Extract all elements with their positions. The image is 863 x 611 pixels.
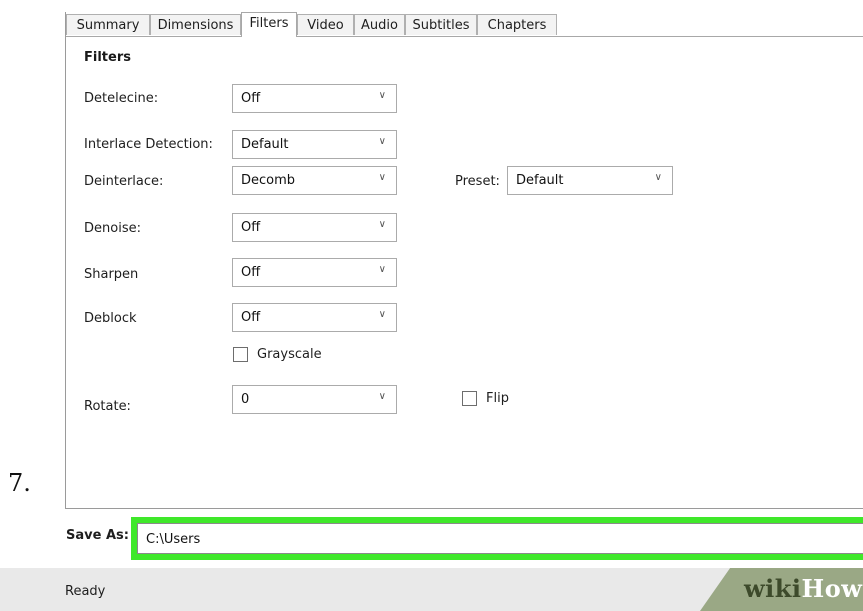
step-number: 7. bbox=[8, 469, 31, 497]
grayscale-checkbox-row: Grayscale bbox=[233, 347, 322, 362]
denoise-label: Denoise: bbox=[84, 221, 141, 236]
rotate-value: 0 bbox=[241, 392, 250, 407]
detelecine-label: Detelecine: bbox=[84, 91, 159, 106]
tab-chapters[interactable]: Chapters bbox=[477, 14, 557, 35]
interlace-detection-dropdown[interactable]: Default ∨ bbox=[232, 130, 397, 159]
chevron-down-icon: ∨ bbox=[378, 90, 386, 101]
tab-subtitles[interactable]: Subtitles bbox=[405, 14, 477, 35]
deblock-value: Off bbox=[241, 310, 261, 325]
filters-panel bbox=[65, 12, 863, 509]
interlace-detection-label: Interlace Detection: bbox=[84, 137, 213, 152]
wikihow-watermark: wikiHow bbox=[744, 574, 862, 603]
deinterlace-value: Decomb bbox=[241, 173, 296, 188]
chevron-down-icon: ∨ bbox=[378, 309, 386, 320]
denoise-dropdown[interactable]: Off ∨ bbox=[232, 213, 397, 242]
chevron-down-icon: ∨ bbox=[378, 391, 386, 402]
tab-audio[interactable]: Audio bbox=[354, 14, 405, 35]
interlace-detection-value: Default bbox=[241, 137, 289, 152]
deinterlace-dropdown[interactable]: Decomb ∨ bbox=[232, 166, 397, 195]
rotate-label: Rotate: bbox=[84, 399, 131, 414]
chevron-down-icon: ∨ bbox=[378, 172, 386, 183]
chevron-down-icon: ∨ bbox=[378, 136, 386, 147]
rotate-dropdown[interactable]: 0 ∨ bbox=[232, 385, 397, 414]
handbrake-window: 7. Summary Dimensions Filters Video Audi… bbox=[0, 0, 863, 611]
detelecine-value: Off bbox=[241, 91, 261, 106]
sharpen-label: Sharpen bbox=[84, 267, 139, 282]
flip-checkbox[interactable] bbox=[462, 391, 477, 406]
tab-video[interactable]: Video bbox=[297, 14, 354, 35]
grayscale-label: Grayscale bbox=[257, 347, 322, 362]
deblock-label: Deblock bbox=[84, 311, 137, 326]
preset-dropdown[interactable]: Default ∨ bbox=[507, 166, 673, 195]
preset-label: Preset: bbox=[455, 174, 500, 189]
flip-label: Flip bbox=[486, 391, 509, 406]
detelecine-dropdown[interactable]: Off ∨ bbox=[232, 84, 397, 113]
save-as-label: Save As: bbox=[66, 528, 129, 543]
deblock-dropdown[interactable]: Off ∨ bbox=[232, 303, 397, 332]
flip-checkbox-row: Flip bbox=[462, 391, 509, 406]
preset-value: Default bbox=[516, 173, 564, 188]
denoise-value: Off bbox=[241, 220, 261, 235]
save-as-field[interactable]: C:\Users bbox=[137, 523, 863, 554]
tab-dimensions[interactable]: Dimensions bbox=[150, 14, 241, 35]
sharpen-value: Off bbox=[241, 265, 261, 280]
tab-bar: Summary Dimensions Filters Video Audio S… bbox=[66, 12, 863, 37]
status-text: Ready bbox=[65, 584, 106, 599]
deinterlace-label: Deinterlace: bbox=[84, 174, 164, 189]
chevron-down-icon: ∨ bbox=[378, 219, 386, 230]
sharpen-dropdown[interactable]: Off ∨ bbox=[232, 258, 397, 287]
save-as-value: C:\Users bbox=[146, 532, 201, 547]
chevron-down-icon: ∨ bbox=[654, 172, 662, 183]
tab-summary[interactable]: Summary bbox=[66, 14, 150, 35]
grayscale-checkbox[interactable] bbox=[233, 347, 248, 362]
filters-heading: Filters bbox=[84, 50, 131, 65]
watermark-part1: wiki bbox=[744, 574, 802, 603]
save-as-highlight: C:\Users bbox=[131, 517, 863, 560]
watermark-part2: How bbox=[801, 574, 863, 603]
chevron-down-icon: ∨ bbox=[378, 264, 386, 275]
tab-filters[interactable]: Filters bbox=[241, 12, 297, 37]
